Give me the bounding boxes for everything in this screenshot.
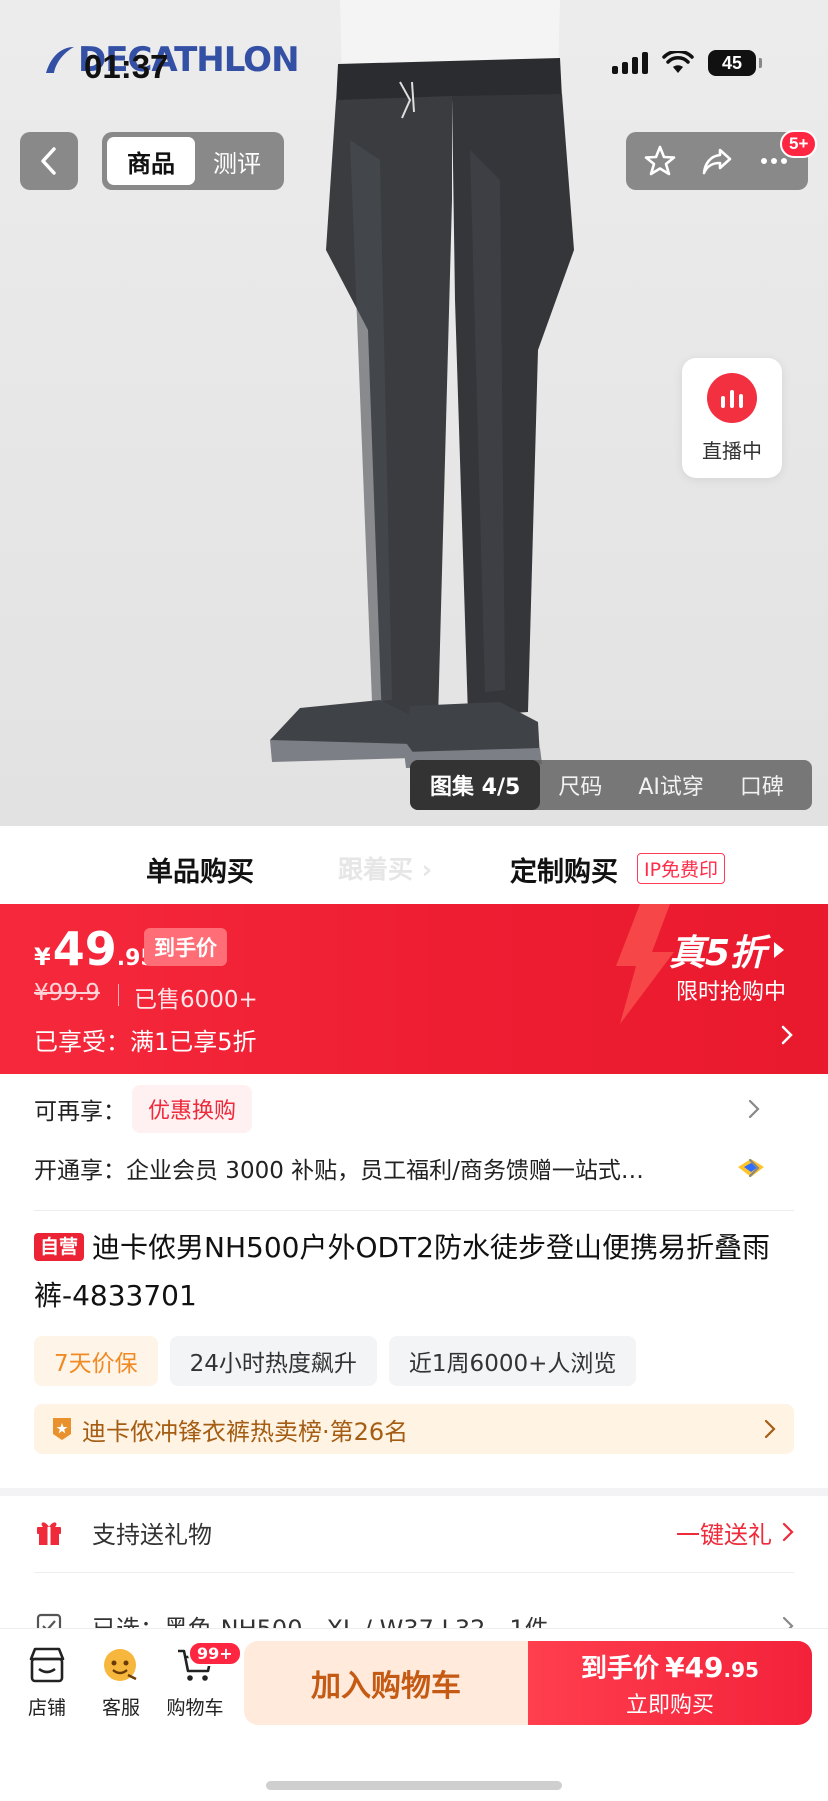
price-integer: 49 xyxy=(52,922,117,976)
product-hero[interactable]: DECATHLON 01:37 45 商品 测评 5+ 直播中 图集 4/5 尺… xyxy=(0,0,828,826)
gallery-option-reputation[interactable]: 口碑 xyxy=(722,769,802,801)
extra-offer-row[interactable]: 可再享： 优惠换购 xyxy=(34,1084,794,1134)
chevron-left-icon xyxy=(41,147,56,175)
chevron-right-icon xyxy=(764,1419,776,1439)
buy-price-label: 到手价 xyxy=(581,1653,660,1684)
buy-price-line: 到手价 ¥49.95 xyxy=(581,1648,759,1685)
gallery-option-size[interactable]: 尺码 xyxy=(540,769,620,801)
message-badge: 5+ xyxy=(780,130,818,158)
store-label: 店铺 xyxy=(27,1697,66,1719)
ip-free-print-badge: IP免费印 xyxy=(637,853,726,884)
price-separator xyxy=(118,984,119,1006)
gift-row[interactable]: 支持送礼物 一键送礼 xyxy=(34,1496,794,1568)
chevron-right-icon xyxy=(748,1158,760,1178)
buy-now-button[interactable]: 到手价 ¥49.95 立即购买 xyxy=(528,1641,812,1725)
membership-row[interactable]: 开通享：企业会员 3000 补贴，员工福利/商务馈赠一站式… xyxy=(34,1148,794,1188)
bottom-action-bar: 店铺 客服 购物车 99+ 加入购物车 到手价 ¥49.95 立即购买 xyxy=(0,1628,828,1801)
ranking-bar[interactable]: 迪卡侬冲锋衣裤热卖榜·第26名 xyxy=(34,1404,794,1454)
gallery-switcher: 图集 4/5 尺码 AI试穿 口碑 xyxy=(410,760,812,810)
buy-now-label: 立即购买 xyxy=(625,1692,714,1718)
purchase-mode-tabs: 单品购买 跟着买 › 定制购买 IP免费印 xyxy=(0,826,828,904)
triangle-right-icon xyxy=(774,942,784,958)
customer-service-button[interactable]: 客服 xyxy=(86,1645,156,1720)
extra-offer-label: 可再享： xyxy=(34,1099,126,1125)
tab-product[interactable]: 商品 xyxy=(107,137,195,185)
exchange-offer-chip[interactable]: 优惠换购 xyxy=(132,1085,253,1133)
star-icon xyxy=(645,145,676,176)
customer-service-label: 客服 xyxy=(101,1697,140,1719)
live-icon xyxy=(707,372,757,423)
one-click-gift-button[interactable]: 一键送礼 xyxy=(676,1515,794,1550)
buy-price: ¥49 xyxy=(665,1650,724,1684)
gift-icon xyxy=(34,1517,64,1547)
membership-text: 开通享：企业会员 3000 补贴，员工福利/商务馈赠一站式… xyxy=(34,1158,644,1184)
price-currency: ¥ xyxy=(34,943,51,971)
status-icons: 45 xyxy=(612,50,762,76)
brand-logo: DECATHLON xyxy=(42,40,300,80)
enjoyed-discount[interactable]: 已享受：满1已享5折 xyxy=(34,1022,257,1057)
tag-price-protection[interactable]: 7天价保 xyxy=(34,1336,158,1386)
back-button[interactable] xyxy=(20,132,78,190)
rank-medal-icon xyxy=(53,1418,71,1440)
header-tabs: 商品 测评 xyxy=(102,132,284,190)
product-tags: 7天价保 24小时热度飙升 近1周6000+人浏览 xyxy=(34,1336,637,1386)
price-banner: ¥ 49 .95 到手价 ¥99.9 已售6000+ 已享受：满1已享5折 真5… xyxy=(0,904,828,1074)
wifi-icon xyxy=(662,51,694,73)
product-title: 自营 迪卡侬男NH500户外ODT2防水徒步登山便携易折叠雨裤-4833701 xyxy=(34,1224,794,1320)
buy-price-decimal: .95 xyxy=(723,1657,759,1682)
service-section: 支持送礼物 一键送礼 已选：黑色-NH500，XL / W37 L32，1件 xyxy=(0,1496,828,1646)
sold-count: 已售6000+ xyxy=(134,987,258,1013)
self-operated-tag: 自营 xyxy=(34,1233,85,1261)
divider xyxy=(34,1572,794,1573)
home-indicator xyxy=(266,1781,562,1790)
share-button[interactable] xyxy=(694,138,740,184)
battery-icon: 45 xyxy=(708,50,762,76)
gallery-option-ai-tryon[interactable]: AI试穿 xyxy=(620,769,722,801)
brand-swoosh-icon xyxy=(46,47,74,73)
discount-headline[interactable]: 真5折 xyxy=(669,924,786,976)
tab-review[interactable]: 测评 xyxy=(195,137,279,185)
signal-icon xyxy=(612,52,648,74)
product-page: DECATHLON 01:37 45 商品 测评 5+ 直播中 图集 4/5 尺… xyxy=(0,0,828,1801)
current-price: ¥ 49 .95 xyxy=(34,922,156,976)
status-time: 01:37 xyxy=(84,48,169,85)
divider xyxy=(34,1210,794,1211)
chevron-right-icon xyxy=(782,1522,794,1542)
original-price: ¥99.9 xyxy=(34,980,100,1006)
tab-follow-buy[interactable]: 跟着买 › xyxy=(338,850,432,886)
tab-custom-purchase[interactable]: 定制购买 xyxy=(510,850,618,889)
chevron-right-icon xyxy=(748,1099,760,1119)
share-icon xyxy=(702,148,732,175)
favorite-button[interactable] xyxy=(637,138,683,184)
tab-single-purchase[interactable]: 单品购买 xyxy=(146,850,254,889)
flash-sale-label: 限时抢购中 xyxy=(675,980,786,1005)
gift-label: 支持送礼物 xyxy=(92,1520,212,1549)
final-price-badge: 到手价 xyxy=(144,928,227,966)
live-label: 直播中 xyxy=(702,438,762,463)
product-info: 可再享： 优惠换购 开通享：企业会员 3000 补贴，员工福利/商务馈赠一站式…… xyxy=(0,1074,828,1488)
tag-views[interactable]: 近1周6000+人浏览 xyxy=(388,1336,637,1386)
store-button[interactable]: 店铺 xyxy=(12,1645,82,1720)
product-title-text: 迪卡侬男NH500户外ODT2防水徒步登山便携易折叠雨裤-4833701 xyxy=(34,1231,770,1312)
tag-trending[interactable]: 24小时热度飙升 xyxy=(169,1336,377,1386)
store-icon xyxy=(29,1647,65,1683)
cart-count-badge: 99+ xyxy=(188,1641,242,1666)
gallery-current[interactable]: 图集 4/5 xyxy=(410,760,541,810)
ranking-text: 迪卡侬冲锋衣裤热卖榜·第26名 xyxy=(82,1417,409,1446)
cart-label: 购物车 xyxy=(166,1697,224,1719)
chevron-right-icon[interactable] xyxy=(780,1024,794,1046)
add-to-cart-button[interactable]: 加入购物车 xyxy=(244,1641,528,1725)
customer-service-icon xyxy=(104,1649,137,1681)
live-stream-button[interactable]: 直播中 xyxy=(682,358,782,478)
